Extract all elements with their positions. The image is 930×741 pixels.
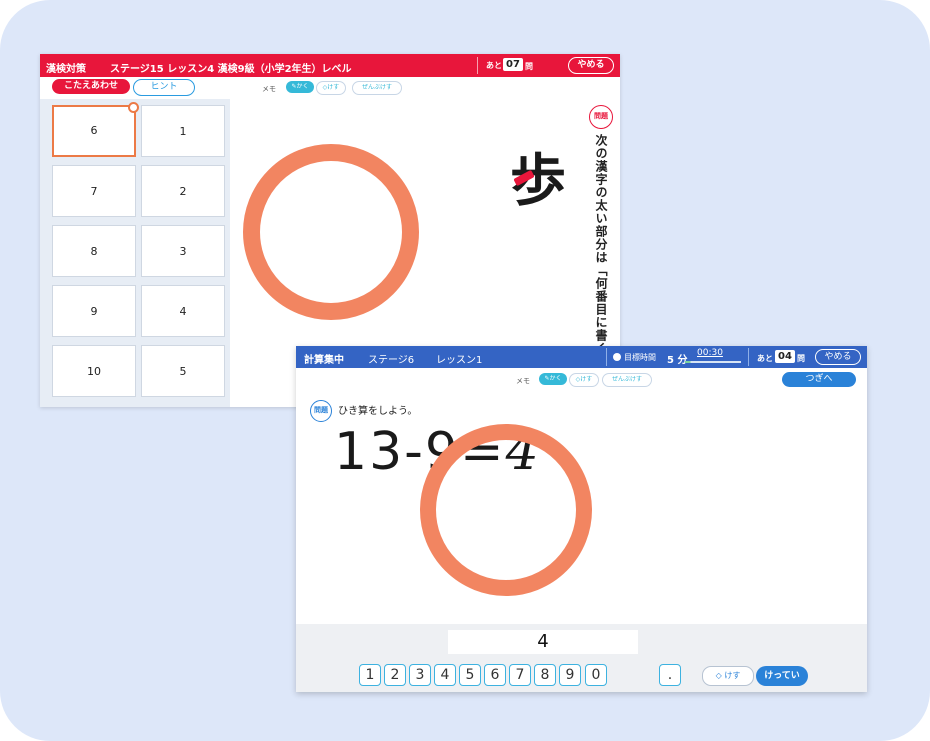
key-decimal[interactable]: .	[659, 664, 681, 686]
choice-2[interactable]: 2	[141, 165, 225, 217]
elapsed-time: 00:30	[697, 348, 723, 358]
calc-lesson: レッスン1	[436, 355, 483, 366]
hint-button[interactable]: ヒント	[133, 79, 195, 96]
key-9[interactable]: 9	[559, 664, 581, 686]
choice-8[interactable]: 8	[52, 225, 136, 277]
choice-10[interactable]: 10	[52, 345, 136, 397]
key-0[interactable]: 0	[585, 664, 607, 686]
choice-7[interactable]: 7	[52, 165, 136, 217]
memo-erase-button[interactable]: ◇けす	[316, 81, 346, 95]
choice-6[interactable]: 6	[52, 102, 139, 157]
choice-5[interactable]: 5	[141, 345, 225, 397]
goal-progress-bar	[685, 361, 741, 363]
selected-marker-icon	[128, 102, 139, 113]
calc-header: 計算集中 ステージ6 レッスン1 目標時間 5 分 00:30 あと 04 問 …	[296, 346, 867, 368]
submit-button[interactable]: けってい	[756, 666, 808, 686]
key-4[interactable]: 4	[434, 664, 456, 686]
correct-circle-icon	[243, 144, 419, 320]
draw-pen-button[interactable]: ✎かく	[286, 81, 314, 93]
choice-grid: 6 7 8 9 10 1 2 3 4 5	[40, 99, 230, 407]
kanken-title: 漢検対策	[46, 64, 86, 75]
choice-3[interactable]: 3	[141, 225, 225, 277]
remaining-count: 04	[775, 350, 795, 363]
memo-label: メモ	[516, 377, 530, 385]
kanken-header: 漢検対策 ステージ15 レッスン4 漢検9級（小学2年生）レベル あと 07 問…	[40, 54, 620, 77]
quit-button[interactable]: やめる	[815, 349, 861, 365]
question-text: 次の漢字の太い部分は「何番目に書くか	[594, 134, 608, 368]
answer-display: 4	[448, 630, 638, 654]
erase-all-button[interactable]: ぜんぶけす	[602, 373, 652, 387]
key-3[interactable]: 3	[409, 664, 431, 686]
goal-timer: 目標時間 5 分 00:30	[606, 348, 743, 366]
answer-panel: 4 1 2 3 4 5 6 7 8 9 0 . ◇ けす けってい	[296, 624, 867, 692]
key-6[interactable]: 6	[484, 664, 506, 686]
remaining-label: あと	[486, 61, 502, 70]
erase-button[interactable]: ◇ けす	[702, 666, 754, 686]
memo-label: メモ	[262, 85, 276, 93]
remaining-label: あと	[757, 354, 773, 363]
question-badge-icon: 問題	[310, 400, 332, 422]
remaining-counter: あと 04 問	[748, 348, 809, 366]
correct-circle-icon	[420, 424, 592, 596]
draw-pen-button[interactable]: ✎かく	[539, 373, 567, 385]
kanken-stage-info: ステージ15 レッスン4 漢検9級（小学2年生）レベル	[110, 64, 352, 75]
question-badge-icon: 問題	[589, 105, 613, 129]
remaining-unit: 問	[525, 62, 533, 71]
clock-icon	[613, 353, 621, 361]
remaining-counter: あと 07 問	[477, 57, 533, 74]
key-2[interactable]: 2	[384, 664, 406, 686]
erase-all-button[interactable]: ぜんぶけす	[352, 81, 402, 95]
check-answer-button[interactable]: こたえあわせ	[52, 79, 130, 94]
calc-window: 計算集中 ステージ6 レッスン1 目標時間 5 分 00:30 あと 04 問 …	[296, 346, 867, 692]
choice-4[interactable]: 4	[141, 285, 225, 337]
kanken-toolbar: こたえあわせ ヒント メモ ✎かく ◇けす ぜんぶけす	[40, 77, 620, 99]
goal-minutes: 5 分	[667, 355, 688, 366]
next-button[interactable]: つぎへ	[782, 372, 856, 387]
choice-1[interactable]: 1	[141, 105, 225, 157]
calc-stage: ステージ6	[368, 355, 415, 366]
key-7[interactable]: 7	[509, 664, 531, 686]
remaining-unit: 問	[797, 354, 805, 363]
calc-title: 計算集中	[304, 355, 344, 366]
remaining-count: 07	[503, 58, 523, 71]
quit-button[interactable]: やめる	[568, 57, 614, 74]
choice-9[interactable]: 9	[52, 285, 136, 337]
instruction-text: ひき算をしよう。	[338, 406, 418, 417]
memo-erase-button[interactable]: ◇けす	[569, 373, 599, 387]
key-5[interactable]: 5	[459, 664, 481, 686]
key-1[interactable]: 1	[359, 664, 381, 686]
key-8[interactable]: 8	[534, 664, 556, 686]
goal-label: 目標時間	[624, 353, 656, 362]
